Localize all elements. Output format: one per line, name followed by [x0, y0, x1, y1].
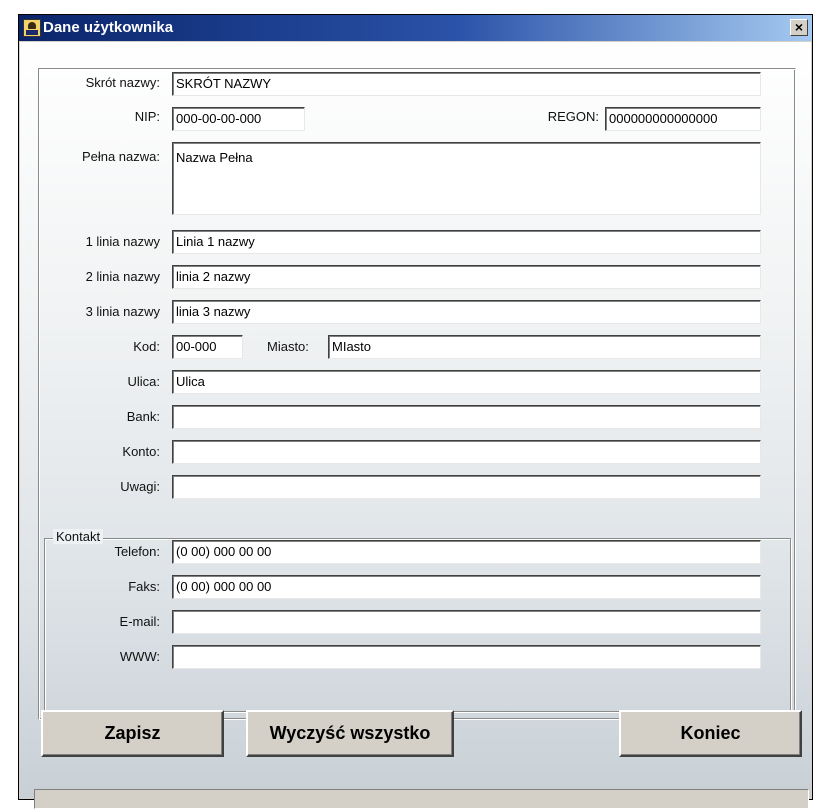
- clear-all-button[interactable]: Wyczyść wszystko: [246, 710, 454, 757]
- kontakt-group-title: Kontakt: [53, 529, 104, 544]
- email-label: E-mail:: [119, 614, 160, 629]
- nip-label: NIP:: [134, 109, 160, 124]
- linia-3-label: 3 linia nazwy: [85, 304, 160, 319]
- close-button[interactable]: ×: [790, 19, 808, 36]
- kod-input[interactable]: 00-000: [172, 335, 243, 359]
- linia-3-input[interactable]: linia 3 nazwy: [172, 300, 761, 324]
- window-client-area: Skrót nazwy: SKRÓT NAZWY NIP: 000-00-00-…: [20, 42, 811, 809]
- status-bar: [34, 789, 809, 809]
- bank-label: Bank:: [126, 409, 160, 424]
- linia-1-input[interactable]: Linia 1 nazwy: [172, 230, 761, 254]
- linia-2-label: 2 linia nazwy: [85, 269, 160, 284]
- telefon-label: Telefon:: [114, 544, 160, 559]
- konto-input[interactable]: [172, 440, 761, 464]
- faks-input[interactable]: (0 00) 000 00 00: [172, 575, 761, 599]
- uwagi-input[interactable]: [172, 475, 761, 499]
- user-icon: [23, 19, 41, 37]
- pelna-nazwa-textarea[interactable]: Nazwa Pełna: [172, 142, 761, 215]
- www-label: WWW:: [119, 649, 160, 664]
- linia-2-input[interactable]: linia 2 nazwy: [172, 265, 761, 289]
- telefon-input[interactable]: (0 00) 000 00 00: [172, 540, 761, 564]
- konto-label: Konto:: [122, 444, 160, 459]
- regon-label: REGON:: [547, 109, 599, 124]
- www-input[interactable]: [172, 645, 761, 669]
- exit-button[interactable]: Koniec: [619, 710, 802, 757]
- email-input[interactable]: [172, 610, 761, 634]
- skrot-nazwy-input[interactable]: SKRÓT NAZWY: [172, 72, 761, 96]
- linia-1-label: 1 linia nazwy: [85, 234, 160, 249]
- miasto-label: Miasto:: [267, 339, 309, 354]
- ulica-label: Ulica:: [127, 374, 160, 389]
- nip-input[interactable]: 000-00-00-000: [172, 107, 305, 131]
- kod-label: Kod:: [133, 339, 160, 354]
- window-title: Dane użytkownika: [43, 19, 174, 36]
- title-bar[interactable]: Dane użytkownika ×: [19, 15, 812, 41]
- uwagi-label: Uwagi:: [120, 479, 160, 494]
- ulica-input[interactable]: Ulica: [172, 370, 761, 394]
- bank-input[interactable]: [172, 405, 761, 429]
- save-button[interactable]: Zapisz: [41, 710, 224, 757]
- regon-input[interactable]: 000000000000000: [605, 107, 761, 131]
- user-data-window: Dane użytkownika × Skrót nazwy: SKRÓT NA…: [18, 14, 813, 809]
- pelna-nazwa-label: Pełna nazwa:: [81, 149, 160, 164]
- skrot-nazwy-label: Skrót nazwy:: [85, 75, 160, 90]
- miasto-input[interactable]: MIasto: [328, 335, 761, 359]
- faks-label: Faks:: [128, 579, 160, 594]
